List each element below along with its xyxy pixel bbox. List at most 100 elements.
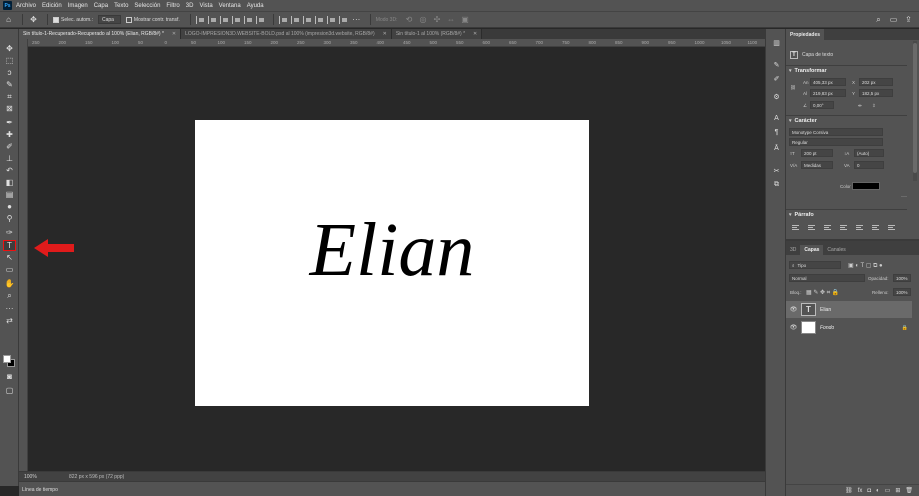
frame-tool-icon[interactable]: ⊠ — [3, 103, 16, 114]
more-options-icon[interactable]: ··· — [351, 14, 362, 25]
fill-field[interactable]: 100% — [893, 288, 911, 296]
zoom-level[interactable]: 100% — [19, 474, 69, 480]
screen-mode-icon[interactable]: ▢ — [3, 385, 16, 396]
menu-3d[interactable]: 3D — [186, 3, 194, 9]
align-right-icon[interactable] — [824, 225, 831, 230]
font-size-field[interactable]: 200 pt — [801, 149, 833, 157]
menu-capa[interactable]: Capa — [94, 3, 108, 9]
align-right-icon[interactable] — [219, 15, 229, 24]
document-tab[interactable]: Sin título-1 al 100% (RGB/8#) * ✕ — [391, 29, 483, 39]
align-center-icon[interactable] — [207, 15, 217, 24]
menu-vista[interactable]: Vista — [199, 3, 212, 9]
close-icon[interactable]: ✕ — [172, 31, 176, 37]
document-tab-active[interactable]: Sin título-1-Recuperado-Recuperado al 10… — [19, 29, 182, 39]
tab-layers[interactable]: Capas — [800, 245, 824, 255]
document-page[interactable]: Elian — [195, 120, 589, 406]
paragraph-icon[interactable]: ¶ — [771, 127, 782, 138]
zoom-tool-icon[interactable]: ⌕ — [3, 290, 16, 301]
justify-all-icon[interactable] — [888, 225, 895, 230]
font-family-dropdown[interactable]: Monotype Corsiva — [789, 128, 883, 136]
paragraph-section-title[interactable]: Párrafo — [789, 212, 814, 218]
pen-tool-icon[interactable]: ✑ — [3, 227, 16, 238]
justify-last-left-icon[interactable] — [840, 225, 847, 230]
distribute-top-icon[interactable] — [278, 15, 288, 24]
align-top-icon[interactable] — [231, 15, 241, 24]
adjustments-icon[interactable]: ⚙ — [771, 91, 782, 102]
blend-mode-dropdown[interactable]: Normal — [789, 274, 865, 282]
properties-scrollbar[interactable] — [913, 41, 917, 181]
layer-filter-dropdown[interactable]: ⌕ Tipo — [789, 261, 841, 269]
brushes-icon[interactable]: ✐ — [771, 73, 782, 84]
width-field[interactable]: 405,33 px — [810, 78, 846, 86]
quick-mask-icon[interactable]: ◙ — [3, 371, 16, 382]
slide-3d-icon[interactable]: ⇔ — [445, 14, 456, 25]
workspace-icon[interactable]: ▭ — [889, 15, 898, 24]
layer-row-fondo[interactable]: 👁 Fondo 🔒 — [786, 319, 912, 336]
character-section-title[interactable]: Carácter — [789, 118, 817, 124]
orbit-3d-icon[interactable]: ⟲ — [403, 14, 414, 25]
flip-vertical-icon[interactable]: ⇳ — [872, 103, 876, 109]
trash-icon[interactable]: 🗑 — [905, 487, 913, 494]
justify-last-center-icon[interactable] — [856, 225, 863, 230]
filter-pixel-icon[interactable]: ▣ ◐ T ▢ ⧉ ● — [848, 262, 883, 270]
eye-icon[interactable]: 👁 — [788, 324, 799, 331]
drag-3d-icon[interactable]: ✣ — [431, 14, 442, 25]
brush-settings-icon[interactable]: ✎ — [771, 59, 782, 70]
eraser-tool-icon[interactable]: ◧ — [3, 177, 16, 188]
mask-icon[interactable]: ◘ — [867, 488, 871, 494]
auto-select-dropdown[interactable]: Capa — [97, 15, 121, 24]
more-options-icon[interactable]: ··· — [901, 194, 907, 200]
marquee-tool-icon[interactable]: ⬚ — [3, 55, 16, 66]
hand-tool-icon[interactable]: ✋ — [3, 278, 16, 289]
modifier-icon[interactable] — [771, 147, 782, 158]
link-icon[interactable]: ⛓ — [790, 85, 796, 91]
tracking-field[interactable]: 0 — [854, 161, 884, 169]
more-tools-icon[interactable]: ··· — [3, 303, 16, 314]
distribute-center-icon[interactable] — [326, 15, 336, 24]
align-center-icon[interactable] — [808, 225, 815, 230]
tab-3d[interactable]: 3D — [786, 245, 800, 255]
foreground-color-swatch[interactable] — [3, 355, 11, 363]
eyedropper-tool-icon[interactable]: ✒ — [3, 117, 16, 128]
menu-archivo[interactable]: Archivo — [16, 3, 36, 9]
flip-horizontal-icon[interactable]: ⇹ — [858, 103, 862, 109]
crop-tool-icon[interactable]: ⌗ — [3, 91, 16, 102]
folder-icon[interactable]: ▭ — [885, 487, 891, 494]
transform-controls-checkbox[interactable] — [125, 16, 132, 23]
share-icon[interactable]: ⇪ — [904, 15, 913, 24]
home-icon[interactable]: ⌂ — [3, 14, 14, 25]
rectangle-tool-icon[interactable]: ▭ — [3, 264, 16, 275]
lasso-tool-icon[interactable]: ↄ — [3, 67, 16, 78]
move-tool-icon[interactable]: ✥ — [28, 14, 39, 25]
brush-tool-icon[interactable]: ✐ — [3, 141, 16, 152]
menu-texto[interactable]: Texto — [114, 3, 128, 9]
distribute-bottom-icon[interactable] — [302, 15, 312, 24]
fx-icon[interactable]: fx — [858, 488, 863, 494]
history-icon[interactable]: ▥ — [771, 37, 782, 48]
document-tab[interactable]: LOGO-IMPRESION3D.WEBSITE-BOLD.psd al 100… — [181, 29, 392, 39]
scale-3d-icon[interactable]: ▣ — [459, 14, 470, 25]
quick-select-tool-icon[interactable]: ✎ — [3, 79, 16, 90]
history-brush-tool-icon[interactable]: ↶ — [3, 165, 16, 176]
height-field[interactable]: 219,83 px — [810, 89, 846, 97]
font-style-dropdown[interactable]: Regular — [789, 138, 883, 146]
healing-brush-tool-icon[interactable]: ✚ — [3, 129, 16, 140]
y-field[interactable]: 182,5 px — [859, 89, 893, 97]
move-tool-icon[interactable]: ✥ — [3, 43, 16, 54]
close-icon[interactable]: ✕ — [383, 31, 387, 37]
vertical-ruler[interactable] — [19, 39, 28, 471]
justify-last-right-icon[interactable] — [872, 225, 879, 230]
distribute-left-icon[interactable] — [314, 15, 324, 24]
menu-edicion[interactable]: Edición — [42, 3, 62, 9]
layer-comps-icon[interactable]: ⧉ — [771, 179, 782, 190]
horizontal-ruler[interactable]: 250 200 150 100 50 0 50 100 150 200 250 300 350 400 45… — [28, 39, 765, 47]
tab-channels[interactable]: Canales — [823, 245, 849, 255]
opacity-field[interactable]: 100% — [893, 274, 911, 282]
new-layer-icon[interactable]: ⊞ — [895, 487, 900, 494]
character-icon[interactable]: A — [771, 113, 782, 124]
adjustment-icon[interactable]: ◐ — [876, 488, 880, 494]
lock-icons[interactable]: ▦ ✎ ✥ ⌗ 🔒 — [806, 289, 839, 297]
dodge-tool-icon[interactable]: ⚲ — [3, 213, 16, 224]
blur-tool-icon[interactable]: ● — [3, 201, 16, 212]
distribute-right-icon[interactable] — [338, 15, 348, 24]
